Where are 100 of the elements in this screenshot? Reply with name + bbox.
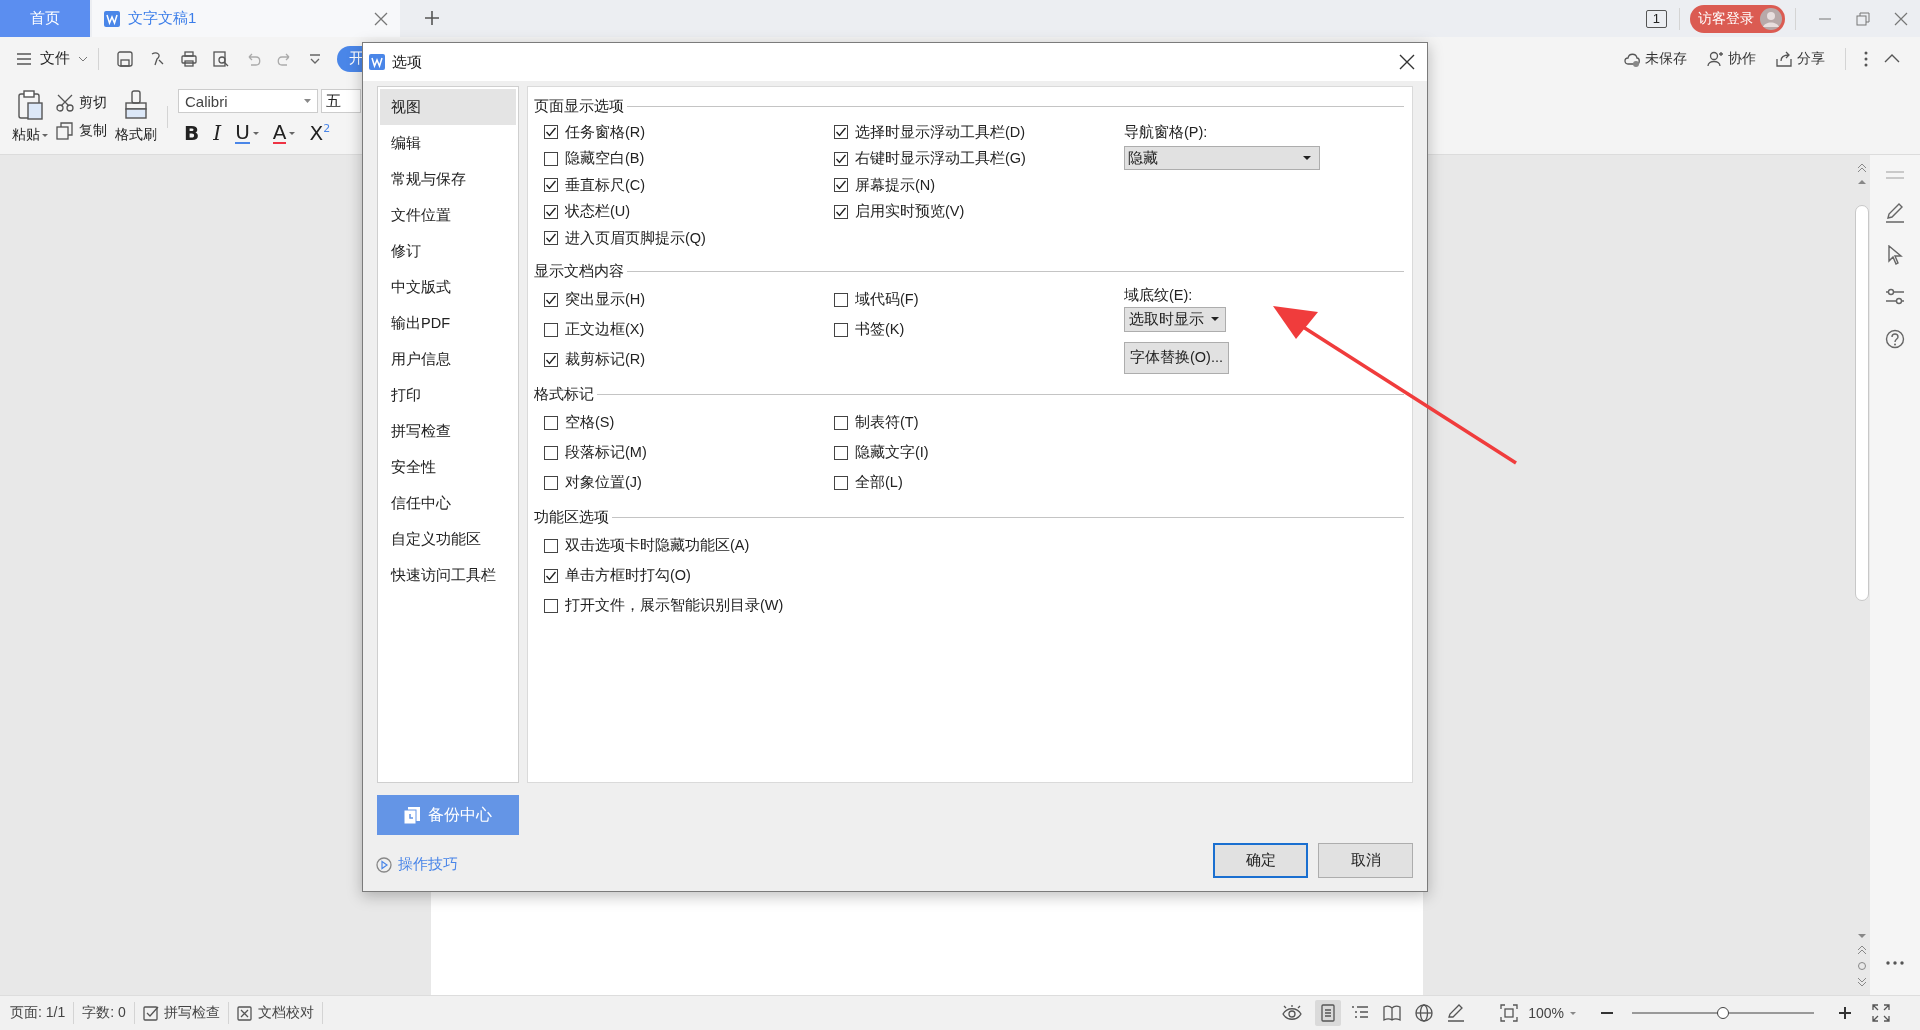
scrollbar-thumb[interactable] <box>1855 205 1869 601</box>
copy-button[interactable]: 复制 <box>56 122 107 140</box>
option-label[interactable]: 屏幕提示(N) <box>855 175 936 195</box>
option-label[interactable]: 对象位置(J) <box>565 473 642 492</box>
dropdown-field[interactable]: 选取时显示 <box>1124 306 1226 332</box>
option-label[interactable]: 裁剪标记(R) <box>565 350 646 369</box>
checkbox[interactable] <box>544 178 558 193</box>
category-item[interactable]: 输出PDF <box>380 305 516 341</box>
cursor-icon[interactable] <box>1885 245 1905 265</box>
category-item[interactable]: 文件位置 <box>380 197 516 233</box>
option-label[interactable]: 制表符(T) <box>855 413 919 432</box>
preview-icon[interactable] <box>213 50 229 67</box>
category-item[interactable]: 常规与保存 <box>380 161 516 197</box>
option-label[interactable]: 隐藏空白(B) <box>565 149 645 169</box>
checkbox[interactable] <box>544 292 558 307</box>
fullscreen-icon[interactable] <box>1872 1004 1890 1022</box>
option-label[interactable]: 任务窗格(R) <box>565 122 646 142</box>
checkbox[interactable] <box>544 204 558 219</box>
fit-page-icon[interactable] <box>1500 1004 1519 1022</box>
category-item[interactable]: 自定义功能区 <box>380 521 516 557</box>
option-label[interactable]: 状态栏(U) <box>565 202 631 222</box>
option-label[interactable]: 空格(S) <box>565 413 615 432</box>
option-label[interactable]: 全部(L) <box>855 473 903 492</box>
option-label[interactable]: 进入页眉页脚提示(Q) <box>565 228 706 248</box>
option-label[interactable]: 打开文件，展示智能识别目录(W) <box>565 596 784 615</box>
more-icon[interactable] <box>1864 50 1868 67</box>
restore-icon[interactable] <box>1856 11 1870 26</box>
next-page-icon[interactable] <box>1857 977 1867 987</box>
login-button[interactable]: 访客登录 <box>1690 4 1785 33</box>
print-icon[interactable] <box>181 50 197 67</box>
category-item[interactable]: 拼写检查 <box>380 413 516 449</box>
option-label[interactable]: 垂直标尺(C) <box>565 175 646 195</box>
zoom-in-icon[interactable] <box>1838 1006 1852 1020</box>
collapse-icon[interactable] <box>1884 54 1900 63</box>
checkbox[interactable] <box>834 151 848 166</box>
scroll-down-icon[interactable] <box>1858 933 1866 939</box>
checkbox[interactable] <box>544 568 558 583</box>
option-label[interactable]: 突出显示(H) <box>565 290 646 309</box>
checkbox[interactable] <box>544 475 558 490</box>
scroll-up-icon[interactable] <box>1857 163 1867 173</box>
slider-thumb[interactable] <box>1717 1007 1729 1019</box>
font-substitution-button[interactable]: 字体替换(O)... <box>1124 341 1230 374</box>
dropdown-field[interactable]: 隐藏 <box>1124 146 1320 170</box>
scroll-up-icon[interactable] <box>1858 179 1866 185</box>
option-label[interactable]: 段落标记(M) <box>565 443 647 462</box>
checkbox[interactable] <box>834 178 848 193</box>
file-menu[interactable]: 文件 <box>16 49 88 68</box>
option-label[interactable]: 启用实时预览(V) <box>855 202 965 222</box>
pen-icon[interactable] <box>1885 203 1905 223</box>
eye-icon[interactable] <box>1282 1005 1303 1021</box>
page-count-indicator[interactable]: 1 <box>1645 9 1667 28</box>
checkbox[interactable] <box>834 204 848 219</box>
toolbar-button[interactable]: 协作 <box>1707 49 1756 68</box>
more-icon[interactable] <box>1886 961 1904 965</box>
option-label[interactable]: 正文边框(X) <box>565 320 645 339</box>
toolbar-button[interactable]: 未保存 <box>1624 49 1687 68</box>
option-label[interactable]: 隐藏文字(I) <box>855 443 929 462</box>
add-tab-icon[interactable] <box>424 10 440 26</box>
help-icon[interactable] <box>1885 329 1905 349</box>
cancel-button[interactable]: 取消 <box>1318 843 1413 878</box>
checkbox[interactable] <box>834 292 848 307</box>
checkbox[interactable] <box>544 598 558 613</box>
checkbox[interactable] <box>834 125 848 140</box>
paste-button[interactable]: 粘贴 <box>12 90 48 144</box>
bold-button[interactable]: B <box>184 121 200 145</box>
cut-button[interactable]: 剪切 <box>56 94 107 112</box>
superscript-button[interactable]: X$^{2}$ <box>309 121 331 145</box>
checkbox[interactable] <box>544 231 558 246</box>
option-label[interactable]: 双击选项卡时隐藏功能区(A) <box>565 536 750 555</box>
checkbox[interactable] <box>544 538 558 553</box>
checkbox[interactable] <box>544 352 558 367</box>
ok-button[interactable]: 确定 <box>1213 843 1308 878</box>
option-label[interactable]: 单击方框时打勾(O) <box>565 566 691 585</box>
category-item[interactable]: 修订 <box>380 233 516 269</box>
category-item[interactable]: 快速访问工具栏 <box>380 557 516 593</box>
font-name-field[interactable]: Calibri <box>178 89 318 113</box>
italic-button[interactable]: I <box>213 121 222 145</box>
category-item[interactable]: 视图 <box>380 89 516 125</box>
checkbox[interactable] <box>834 415 848 430</box>
zoom-level-button[interactable]: 100% <box>1528 1005 1576 1021</box>
checkbox[interactable] <box>834 475 848 490</box>
category-item[interactable]: 编辑 <box>380 125 516 161</box>
font-size-field[interactable]: 五 <box>321 89 361 113</box>
checkbox[interactable] <box>834 322 848 337</box>
dropdown-icon[interactable] <box>309 53 321 64</box>
toolbar-button[interactable]: 分享 <box>1776 49 1825 68</box>
save-icon[interactable] <box>117 50 133 67</box>
underline-button[interactable]: U <box>235 122 259 144</box>
color-button[interactable]: A <box>272 122 296 144</box>
view-mode-button[interactable] <box>1315 1000 1342 1026</box>
sliders-icon[interactable] <box>1885 287 1905 307</box>
format-painter-button[interactable]: 格式刷 <box>115 90 157 144</box>
category-item[interactable]: 用户信息 <box>380 341 516 377</box>
category-item[interactable]: 打印 <box>380 377 516 413</box>
status-button[interactable]: 文档校对 <box>236 1004 314 1022</box>
option-label[interactable]: 右键时显示浮动工具栏(G) <box>855 149 1026 169</box>
option-label[interactable]: 域代码(F) <box>855 290 919 309</box>
status-button[interactable]: 拼写检查 <box>142 1004 220 1022</box>
close-icon[interactable] <box>1399 54 1415 70</box>
option-label[interactable]: 书签(K) <box>855 320 905 339</box>
